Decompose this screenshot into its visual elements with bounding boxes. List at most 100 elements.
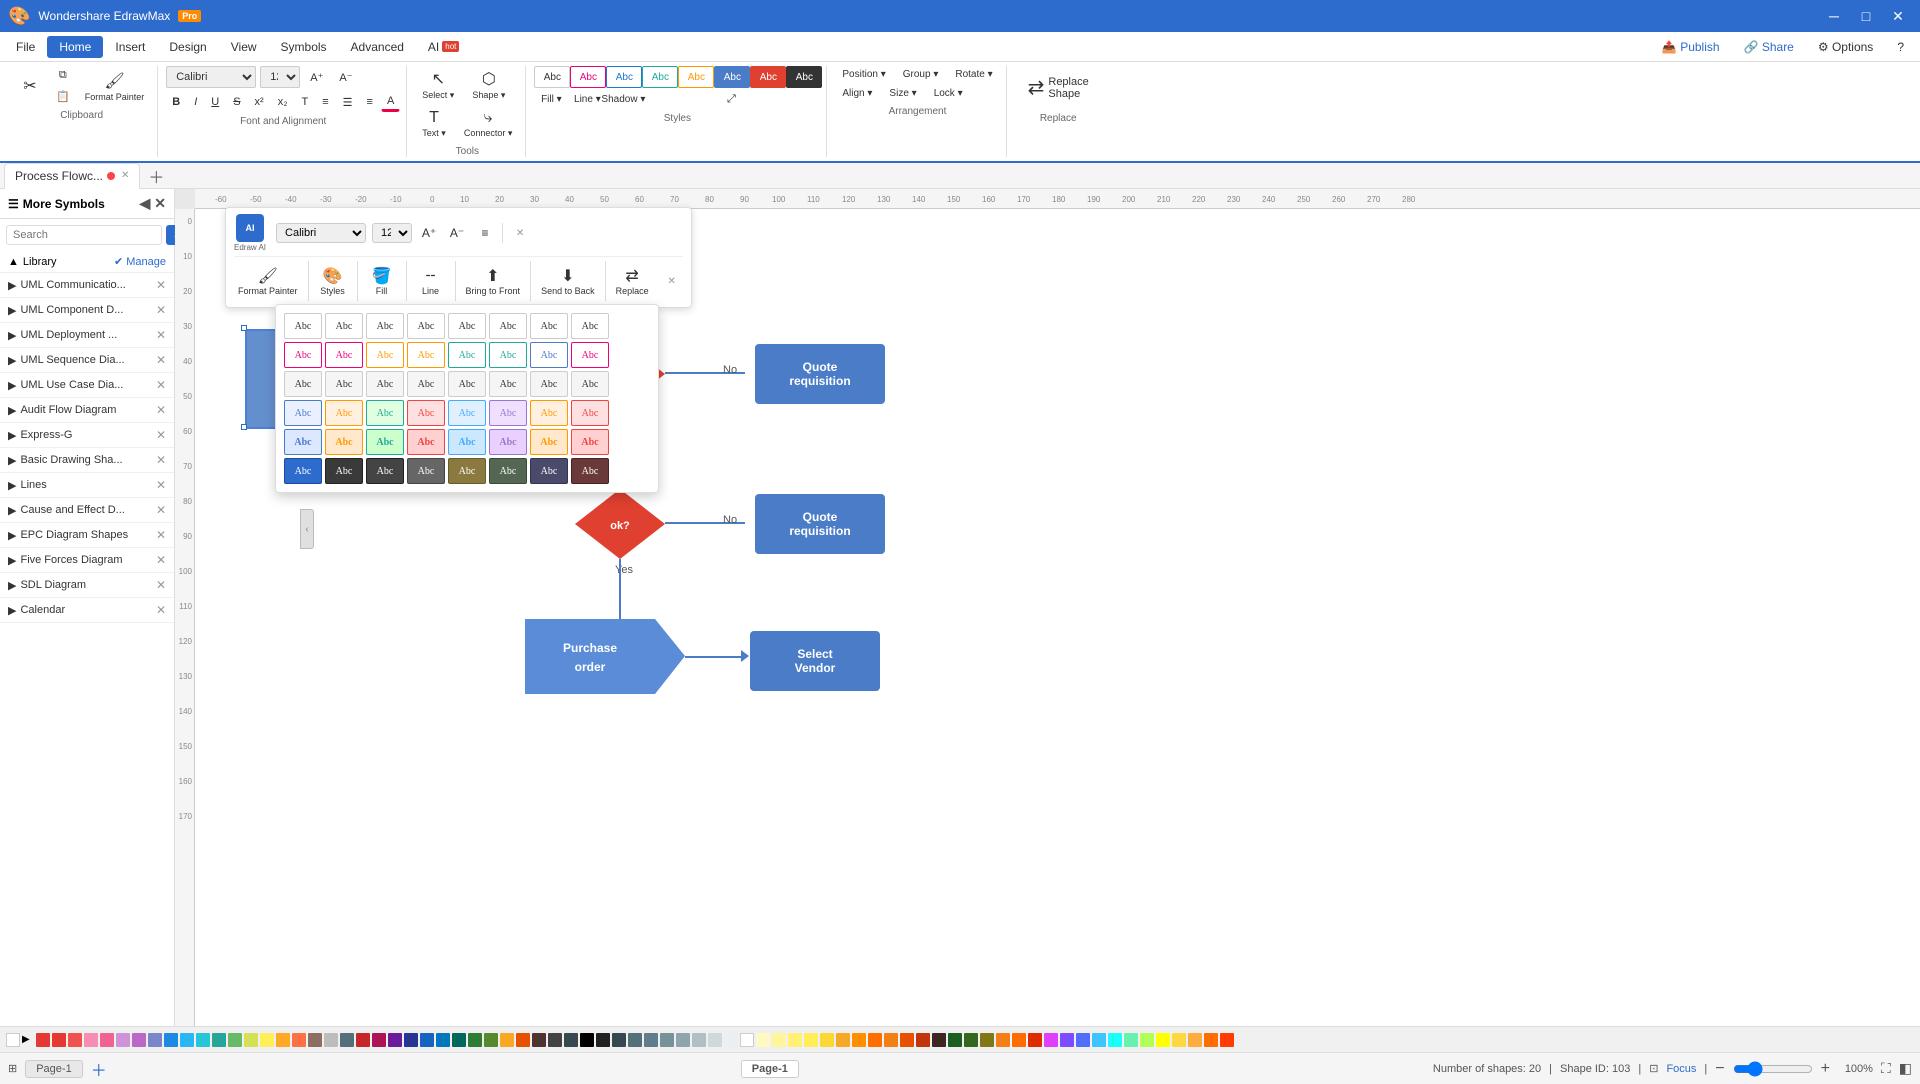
style-swatch-3[interactable]: Abc (606, 66, 642, 88)
bullets-btn[interactable]: ≡ (316, 93, 334, 111)
menu-advanced[interactable]: Advanced (339, 36, 416, 58)
sp-swatch-1-7[interactable]: Abc (530, 313, 568, 339)
select-btn[interactable]: ↖ Select ▾ (415, 66, 461, 104)
tab-close-btn[interactable]: ✕ (121, 170, 129, 181)
color-or2[interactable] (1012, 1033, 1026, 1047)
copy-btn[interactable]: ⧉ (50, 66, 76, 85)
sidebar-item-uml-communication[interactable]: ▶UML Communicatio... ✕ (0, 273, 174, 298)
color-or1[interactable] (996, 1033, 1010, 1047)
remove-uml-deployment[interactable]: ✕ (156, 328, 166, 342)
fullscreen-btn[interactable]: ⛶ (1881, 1060, 1891, 1077)
color-gr3[interactable] (980, 1033, 994, 1047)
color-brown[interactable] (308, 1033, 322, 1047)
sp-swatch-6-4[interactable]: Abc (407, 458, 445, 484)
lock-btn[interactable]: Lock ▾ (927, 85, 970, 102)
color-ny3[interactable] (1188, 1033, 1202, 1047)
list-btn[interactable]: ☰ (337, 93, 359, 112)
size-btn[interactable]: Size ▾ (882, 85, 923, 102)
sp-swatch-1-5[interactable]: Abc (448, 313, 486, 339)
sidebar-item-lines[interactable]: ▶Lines ✕ (0, 473, 174, 498)
color-slate3[interactable] (660, 1033, 674, 1047)
sp-swatch-6-3[interactable]: Abc (366, 458, 404, 484)
sp-swatch-1-1[interactable]: Abc (284, 313, 322, 339)
sp-swatch-6-6[interactable]: Abc (489, 458, 527, 484)
sidebar-item-uml-usecase[interactable]: ▶UML Use Case Dia... ✕ (0, 373, 174, 398)
color-slate7[interactable] (724, 1033, 738, 1047)
remove-uml-usecase[interactable]: ✕ (156, 378, 166, 392)
color-blue-grey[interactable] (340, 1033, 354, 1047)
sp-swatch-3-4[interactable]: Abc (407, 371, 445, 397)
sp-swatch-6-1[interactable]: Abc (284, 458, 322, 484)
color-or3[interactable] (1028, 1033, 1042, 1047)
menu-home[interactable]: Home (47, 36, 103, 58)
sidebar-expand-icon[interactable]: ◀ (139, 195, 150, 212)
color-slate[interactable] (628, 1033, 642, 1047)
grid-icon[interactable]: ⊞ (8, 1062, 17, 1075)
sp-swatch-1-4[interactable]: Abc (407, 313, 445, 339)
sp-swatch-5-3[interactable]: Abc (366, 429, 404, 455)
ft-align-btn[interactable]: ≡ (474, 222, 496, 244)
sp-swatch-3-2[interactable]: Abc (325, 371, 363, 397)
shape-btn[interactable]: ⬡ Shape ▾ (465, 66, 512, 104)
color-pink[interactable] (100, 1033, 114, 1047)
ft-bring-front[interactable]: ⬆ Bring to Front (462, 264, 525, 298)
sp-swatch-3-8[interactable]: Abc (571, 371, 609, 397)
ft-close-btn2[interactable]: ✕ (661, 270, 683, 292)
color-bl1[interactable] (1076, 1033, 1090, 1047)
color-slate2[interactable] (644, 1033, 658, 1047)
add-tab-btn[interactable]: ＋ (142, 164, 170, 188)
ft-inc-font-btn[interactable]: A⁺ (418, 222, 440, 244)
remove-cause-effect[interactable]: ✕ (156, 503, 166, 517)
zoom-slider[interactable] (1733, 1061, 1813, 1077)
color-bl2[interactable] (1092, 1033, 1106, 1047)
menu-ai[interactable]: AI hot (416, 36, 471, 58)
styles-expand-btn[interactable]: ⤢ (714, 90, 748, 109)
menu-design[interactable]: Design (157, 36, 218, 58)
share-btn[interactable]: 🔗 Share (1732, 36, 1806, 58)
sp-swatch-1-2[interactable]: Abc (325, 313, 363, 339)
color-indigo[interactable] (148, 1033, 162, 1047)
style-swatch-4[interactable]: Abc (642, 66, 678, 88)
sp-swatch-4-9[interactable] (612, 400, 650, 426)
remove-uml-communication[interactable]: ✕ (156, 278, 166, 292)
sp-swatch-5-8[interactable]: Abc (571, 429, 609, 455)
sp-swatch-2-4[interactable]: Abc (407, 342, 445, 368)
sp-swatch-2-9[interactable] (612, 342, 650, 368)
sp-swatch-4-3[interactable]: Abc (366, 400, 404, 426)
color-pu1[interactable] (1044, 1033, 1058, 1047)
color-ny1[interactable] (1156, 1033, 1170, 1047)
color-ny2[interactable] (1172, 1033, 1186, 1047)
color-green[interactable] (228, 1033, 242, 1047)
style-swatch-8[interactable]: Abc (786, 66, 822, 88)
remove-five-forces[interactable]: ✕ (156, 553, 166, 567)
underline-btn[interactable]: U (205, 93, 225, 111)
color-yw4[interactable] (804, 1033, 818, 1047)
maximize-btn[interactable]: □ (1852, 6, 1880, 26)
sidebar-item-sdl[interactable]: ▶SDL Diagram ✕ (0, 573, 174, 598)
ft-size-select[interactable]: 12 (372, 223, 412, 243)
color-lb-800[interactable] (436, 1033, 450, 1047)
color-yellow-800[interactable] (500, 1033, 514, 1047)
color-brown-800[interactable] (532, 1033, 546, 1047)
fit-icon[interactable]: ⊡ (1649, 1062, 1658, 1075)
sp-swatch-4-4[interactable]: Abc (407, 400, 445, 426)
color-green-800[interactable] (468, 1033, 482, 1047)
sp-swatch-2-6[interactable]: Abc (489, 342, 527, 368)
fill-btn[interactable]: Fill ▾ (534, 90, 568, 109)
color-red-800[interactable] (356, 1033, 370, 1047)
color-red-light[interactable] (68, 1033, 82, 1047)
sp-swatch-2-1[interactable]: Abc (284, 342, 322, 368)
ft-replace[interactable]: ⇄ Replace (612, 264, 653, 298)
sp-swatch-2-8[interactable]: Abc (571, 342, 609, 368)
selection-handle-bl[interactable] (241, 424, 247, 430)
page-tab-1[interactable]: Page-1 (25, 1060, 82, 1078)
active-page-tab[interactable]: Page-1 (741, 1060, 799, 1078)
sp-swatch-2-3[interactable]: Abc (366, 342, 404, 368)
manage-btn[interactable]: ✔ Manage (114, 255, 166, 268)
connector-btn[interactable]: ⤷ Connector ▾ (457, 106, 520, 142)
italic-btn[interactable]: I (188, 93, 203, 111)
sp-swatch-5-9[interactable] (612, 429, 650, 455)
color-br1[interactable] (932, 1033, 946, 1047)
sp-swatch-5-6[interactable]: Abc (489, 429, 527, 455)
color-teal[interactable] (212, 1033, 226, 1047)
